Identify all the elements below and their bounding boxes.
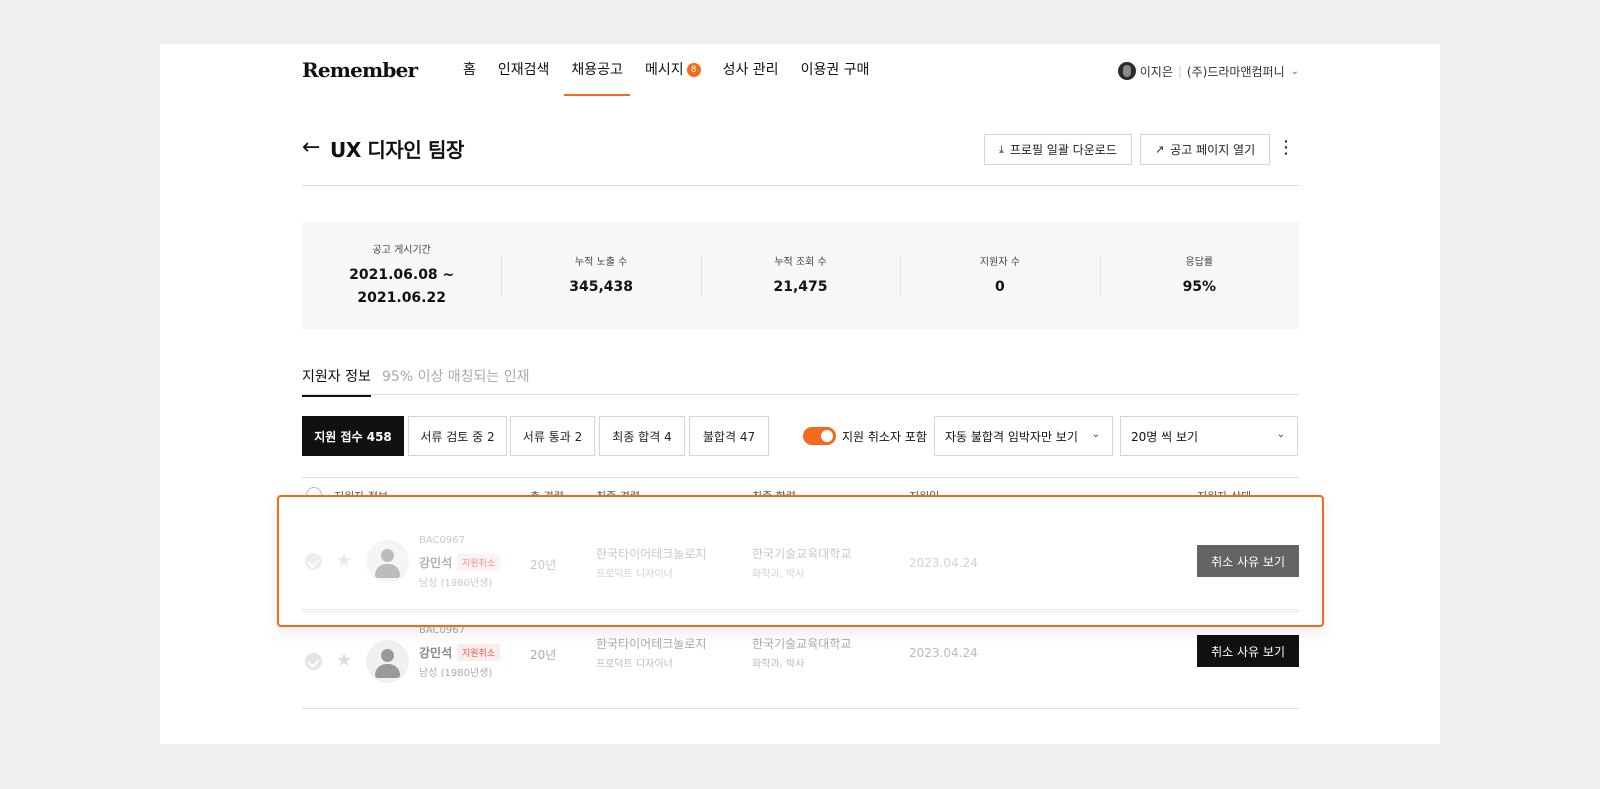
stat-views: 누적 조회 수 21,475	[700, 253, 900, 299]
filter-rejected[interactable]: 불합격 47	[689, 416, 769, 456]
nav-item-talent-search[interactable]: 인재검색	[487, 44, 561, 98]
user-name: 이지은	[1139, 64, 1173, 79]
applicant-code: BAC0967	[419, 625, 465, 636]
col-apply-date[interactable]: 지원일	[909, 488, 939, 497]
view-cancel-reason-button[interactable]: 취소 사유 보기	[1197, 635, 1299, 667]
col-total-career: 총 경력	[530, 490, 564, 497]
open-posting-button[interactable]: ↗ 공고 페이지 열기	[1140, 134, 1271, 165]
nav-item-home[interactable]: 홈	[452, 44, 487, 98]
user-menu[interactable]: 이지은 | (주)드라마앤컴퍼니 ⌄	[1117, 62, 1299, 80]
col-applicant: 지원자 정보	[334, 490, 389, 497]
school: 한국기술교육대학교	[752, 637, 852, 651]
applicant-code: BAC0967	[419, 535, 465, 546]
total-career: 20년	[530, 558, 557, 572]
page-title: UX 디자인 팀장	[330, 138, 464, 162]
view-cancel-reason-button[interactable]: 취소 사유 보기	[1197, 545, 1299, 577]
divider: |	[1177, 64, 1182, 78]
company-name: (주)드라마앤컴퍼니	[1186, 64, 1285, 79]
table-row[interactable]: ★ BAC0967 강민석 지원취소 남성 (1980년생) 20년 한국타이어…	[302, 611, 1299, 709]
select-all-checkbox[interactable]	[306, 487, 322, 497]
include-cancelled-label: 지원 취소자 포함	[842, 430, 927, 444]
nav-menu: 홈 인재검색 채용공고 메시지 8 성사 관리 이용권 구매	[452, 44, 880, 98]
last-role: 프로덕트 디자이너	[596, 659, 673, 670]
cancelled-badge: 지원취소	[457, 554, 501, 571]
apply-date: 2023.04.24	[909, 556, 978, 570]
stat-response-rate: 응답률 95%	[1099, 253, 1299, 299]
applicant-name[interactable]: 강민석	[419, 554, 452, 571]
last-role: 프로덕트 디자이너	[596, 569, 673, 580]
tab-applicant-info[interactable]: 지원자 정보	[302, 366, 371, 397]
school: 한국기술교육대학교	[752, 547, 852, 561]
logo[interactable]: Remember	[302, 58, 418, 82]
col-status: 지원자 상태	[1197, 490, 1252, 497]
col-last-career: 최종 경력	[596, 490, 640, 497]
nav-item-messages[interactable]: 메시지 8	[634, 44, 712, 98]
title-row: ← UX 디자인 팀장 ⤓ 프로필 일괄 다운로드 ↗ 공고 페이지 열기 ⋮	[302, 130, 1299, 186]
table-header: 지원자 정보 총 경력 최종 경력 최종 학력 지원일 지원자 상태	[302, 477, 1299, 497]
stat-period: 공고 게시기간 2021.06.08 ~ 2021.06.22	[349, 245, 455, 306]
star-icon[interactable]: ★	[336, 550, 352, 571]
nav-item-purchase[interactable]: 이용권 구매	[790, 44, 881, 98]
last-company: 한국타이어테크놀로지	[596, 547, 707, 561]
tab-matching-talent[interactable]: 95% 이상 매칭되는 인재	[382, 366, 530, 386]
major: 화학과, 박사	[752, 569, 805, 580]
filter-passed[interactable]: 서류 통과 2	[510, 416, 595, 456]
more-options-icon[interactable]: ⋮	[1277, 138, 1295, 158]
applicant-name[interactable]: 강민석	[419, 644, 452, 661]
back-arrow-icon[interactable]: ←	[302, 135, 320, 160]
tab-bar: 지원자 정보 95% 이상 매칭되는 인재	[302, 362, 1299, 397]
top-nav: Remember 홈 인재검색 채용공고 메시지 8 성사 관리 이용권 구매 이…	[302, 44, 1299, 98]
last-company: 한국타이어테크놀로지	[596, 637, 707, 651]
cancelled-badge: 지원취소	[457, 644, 501, 661]
include-cancelled-toggle[interactable]	[803, 427, 836, 445]
chevron-down-icon: ⌄	[1276, 429, 1285, 440]
applicant-meta: 남성 (1980년생)	[419, 578, 493, 589]
filter-received[interactable]: 지원 접수 458	[302, 416, 404, 456]
row-checkbox[interactable]	[305, 553, 322, 570]
avatar	[366, 640, 409, 683]
user-avatar	[1117, 62, 1136, 80]
stats-panel: 공고 게시기간 2021.06.08 ~ 2021.06.22 누적 노출 수 …	[302, 222, 1299, 329]
avatar	[366, 540, 409, 583]
page-size-select[interactable]: 20명 씩 보기 ⌄	[1120, 416, 1298, 456]
row-divider	[302, 609, 1299, 610]
applicant-meta: 남성 (1980년생)	[419, 668, 493, 679]
major: 화학과, 박사	[752, 659, 805, 670]
message-count-badge: 8	[686, 63, 701, 77]
filter-final[interactable]: 최종 합격 4	[599, 416, 685, 456]
download-profiles-button[interactable]: ⤓ 프로필 일괄 다운로드	[984, 134, 1132, 165]
table-row[interactable]: ★ BAC0967 강민석 지원취소 남성 (1980년생) 20년 한국타이어…	[302, 512, 1299, 610]
auto-reject-filter-select[interactable]: 자동 불합격 임박자만 보기 ⌄	[934, 416, 1113, 456]
row-checkbox[interactable]	[305, 653, 322, 670]
col-education: 최종 학력	[752, 490, 796, 497]
star-icon[interactable]: ★	[336, 650, 352, 671]
nav-item-job-posting[interactable]: 채용공고	[560, 44, 634, 98]
stat-impressions: 누적 노출 수 345,438	[501, 253, 700, 299]
stat-applicants: 지원자 수 0	[900, 253, 1099, 299]
apply-date: 2023.04.24	[909, 646, 978, 660]
filter-reviewing[interactable]: 서류 검토 중 2	[408, 416, 507, 456]
external-link-icon: ↗	[1155, 143, 1165, 156]
chevron-down-icon: ⌄	[1091, 429, 1100, 440]
download-icon: ⤓	[999, 142, 1004, 156]
nav-item-deal-management[interactable]: 성사 관리	[712, 44, 790, 98]
chevron-down-icon: ⌄	[1290, 65, 1299, 77]
total-career: 20년	[530, 648, 557, 662]
